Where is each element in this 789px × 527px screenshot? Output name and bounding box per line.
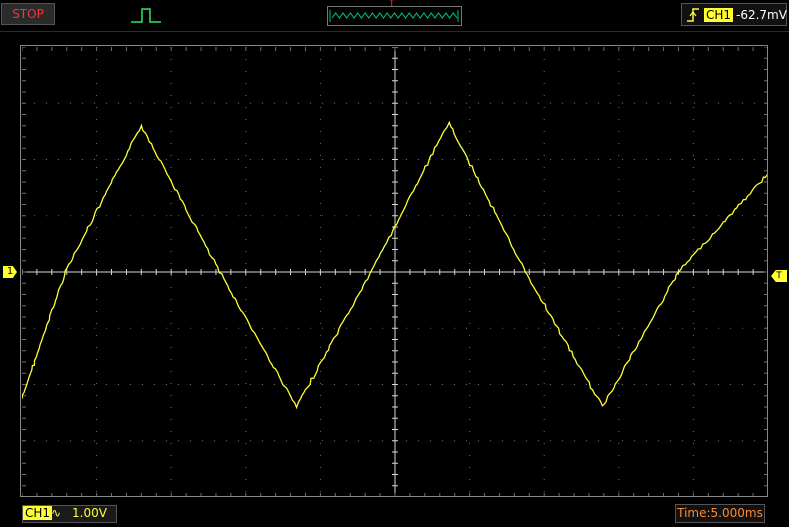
run-state-badge[interactable]: STOP bbox=[1, 3, 55, 25]
trigger-level-value: -62.7mV bbox=[736, 8, 787, 22]
trigger-channel-label: CH1 bbox=[704, 8, 734, 22]
overview-waveform bbox=[329, 10, 459, 22]
rising-edge-icon bbox=[687, 8, 699, 22]
ch1-ground-level-marker[interactable]: 1 bbox=[3, 266, 17, 278]
timebase-overview[interactable] bbox=[327, 6, 462, 26]
oscilloscope-screen[interactable] bbox=[22, 47, 768, 497]
ch1-volts-per-div: 1.00V bbox=[72, 506, 107, 520]
ch1-label: CH1 bbox=[23, 506, 53, 520]
pulse-trigger-icon bbox=[131, 8, 161, 23]
timebase-readout[interactable]: Time:5.000ms bbox=[675, 504, 765, 523]
ch1-coupling-icon: ∿ bbox=[51, 506, 62, 520]
trigger-level-marker[interactable]: T bbox=[771, 270, 787, 282]
trigger-position-marker[interactable]: T bbox=[389, 0, 395, 9]
bottom-status-bar bbox=[0, 500, 789, 527]
